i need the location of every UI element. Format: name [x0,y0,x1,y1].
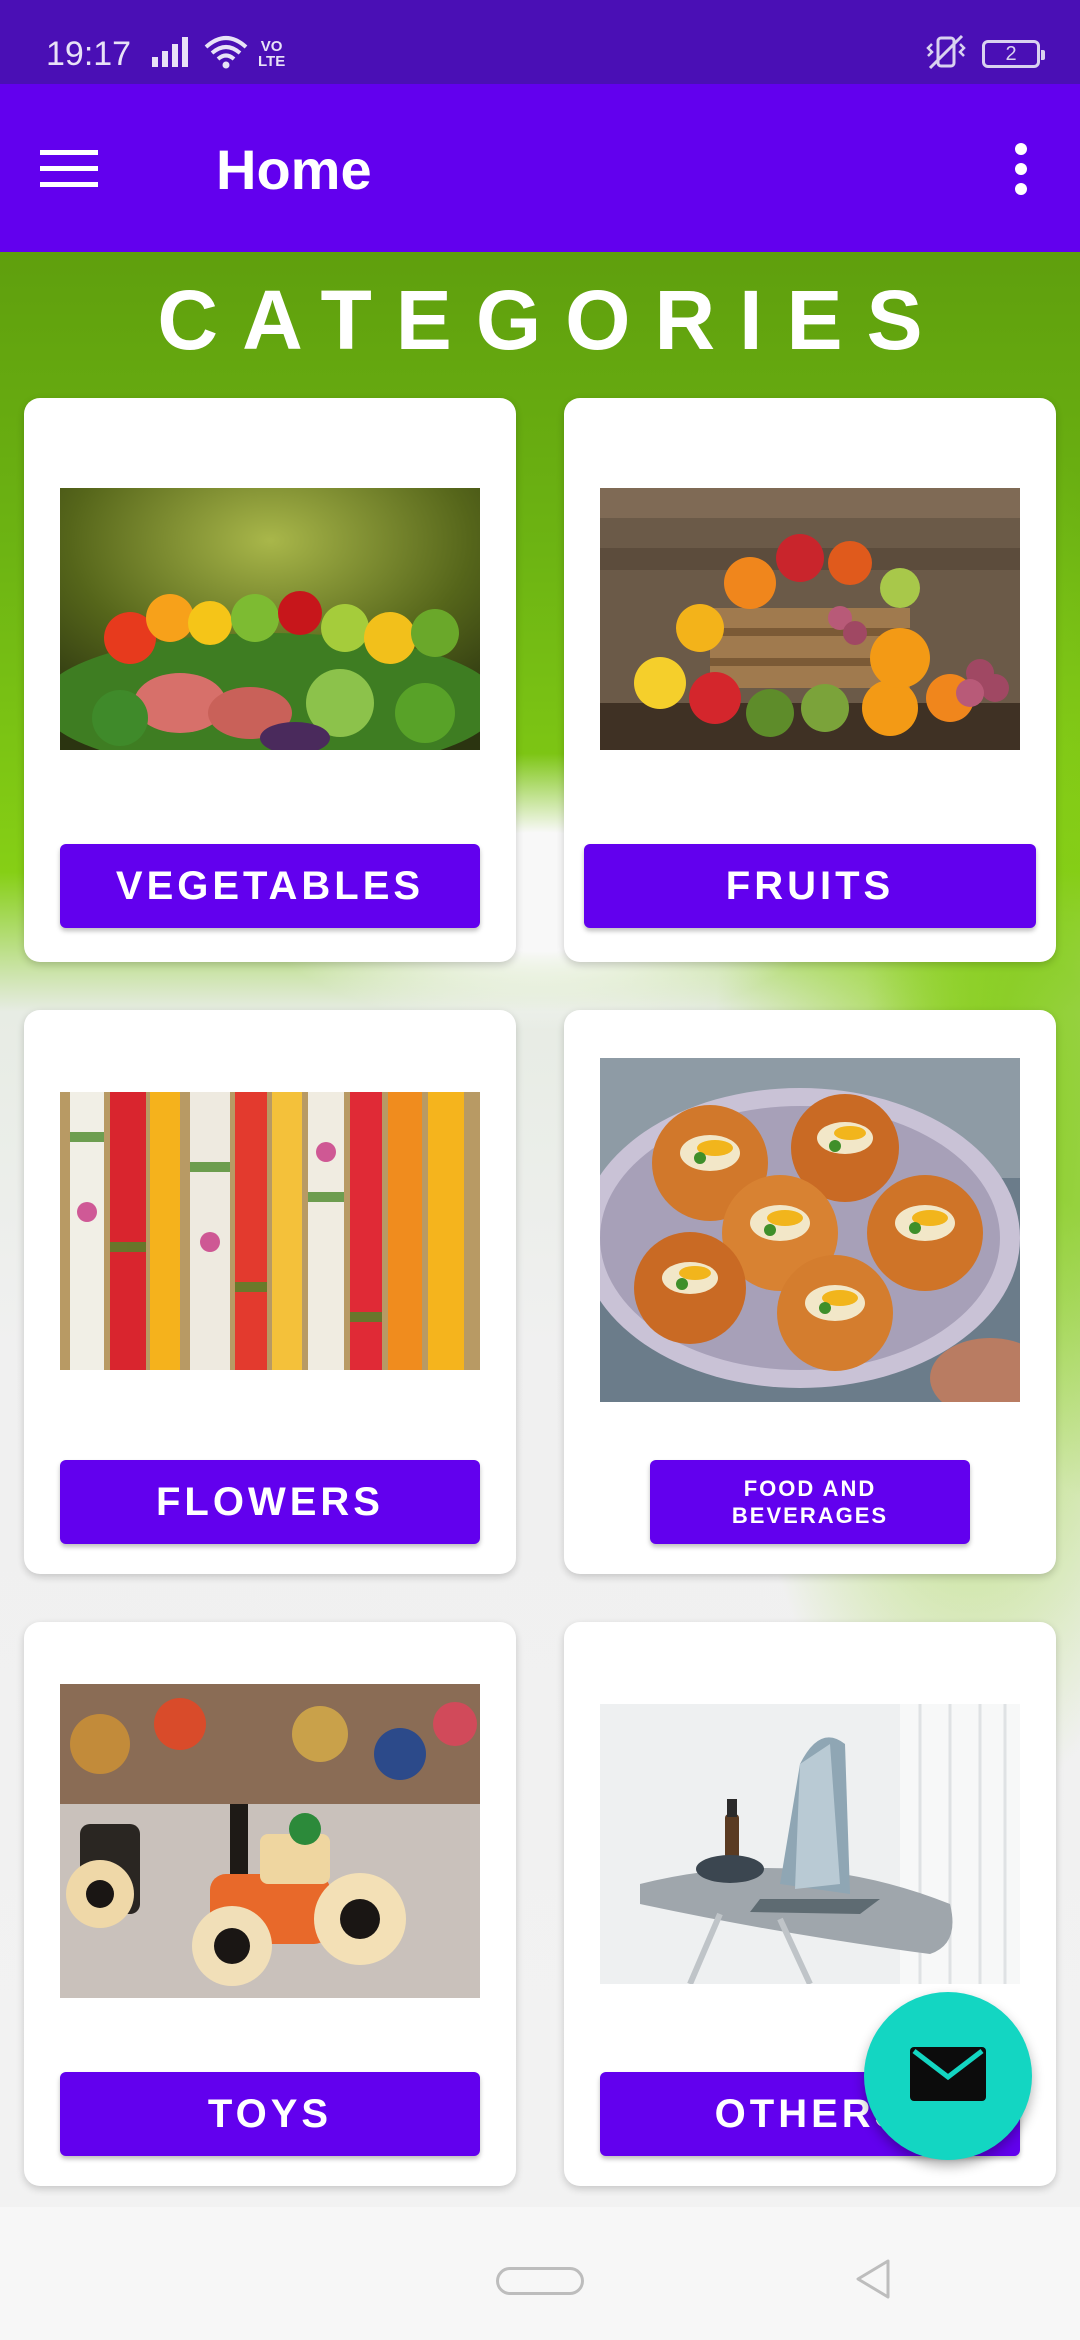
category-content[interactable]: CATEGORIES VEGETABLES FRUITS FLOWERS FOO… [0,252,1080,2207]
system-nav-bar [0,2207,1080,2340]
mail-fab-button[interactable] [864,1992,1032,2160]
category-card-flowers[interactable]: FLOWERS [24,1010,516,1574]
vegetables-image [60,488,480,750]
more-vert-icon[interactable] [986,134,1056,204]
vegetables-button[interactable]: VEGETABLES [60,844,480,928]
page-heading: CATEGORIES [157,273,947,367]
wifi-icon [204,35,248,74]
flowers-button[interactable]: FLOWERS [60,1460,480,1544]
battery-icon: 2 [982,40,1045,68]
status-icons-left: VO LTE [150,32,285,76]
others-image [600,1704,1020,1984]
toys-button[interactable]: TOYS [60,2072,480,2156]
app-bar: Home [0,84,1080,252]
flowers-image [60,1092,480,1370]
hamburger-menu-icon[interactable] [40,134,130,204]
vibrate-icon [926,34,966,75]
signal-icon [150,36,194,72]
status-bar: 19:17 VO LTE 2 [0,0,1080,84]
app-title: Home [216,138,372,201]
category-card-vegetables[interactable]: VEGETABLES [24,398,516,962]
mail-icon [910,2046,986,2106]
fruits-image [600,488,1020,750]
volte-icon: VO LTE [258,38,286,70]
category-card-fruits[interactable]: FRUITS [564,398,1056,962]
category-card-food-and-beverages[interactable]: FOOD AND BEVERAGES [564,1010,1056,1574]
category-card-toys[interactable]: TOYS [24,1622,516,2186]
status-time: 19:17 [46,35,132,73]
food-image [600,1058,1020,1402]
toys-image [60,1684,480,1998]
food-and-beverages-button[interactable]: FOOD AND BEVERAGES [650,1460,970,1544]
back-nav-button[interactable] [852,2257,892,2306]
home-nav-button[interactable] [496,2267,584,2295]
fruits-button[interactable]: FRUITS [584,844,1036,928]
status-icons-right: 2 [926,32,1045,76]
